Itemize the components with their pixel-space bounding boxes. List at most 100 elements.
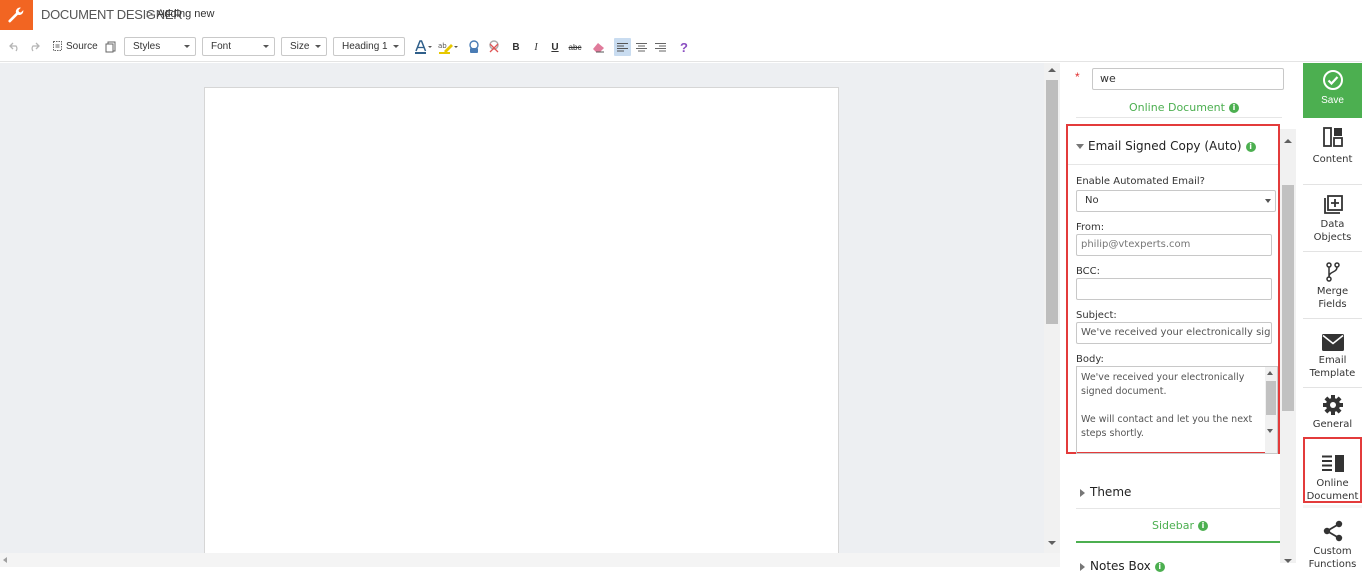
- caret-right-icon: [1080, 488, 1085, 497]
- email-template-label-1: Email: [1318, 355, 1347, 366]
- wrench-icon: [8, 7, 24, 23]
- styles-label: Styles: [133, 41, 161, 52]
- panel-scrollbar[interactable]: [1280, 129, 1296, 563]
- scroll-down-icon[interactable]: [1284, 559, 1292, 563]
- caret-right-icon: [1080, 562, 1085, 571]
- rail-item-custom-functions[interactable]: Custom Functions: [1303, 508, 1362, 582]
- source-button[interactable]: Source: [52, 40, 98, 52]
- scroll-down-icon[interactable]: [1048, 541, 1056, 545]
- scroll-up-icon[interactable]: [1284, 139, 1292, 143]
- enable-email-select[interactable]: No: [1076, 190, 1276, 212]
- link-icon[interactable]: [466, 38, 482, 56]
- data-objects-label-2: Objects: [1313, 232, 1352, 243]
- email-section-title: Email Signed Copy (Auto): [1088, 139, 1242, 153]
- redo-icon[interactable]: [27, 38, 41, 56]
- save-button[interactable]: Save: [1303, 63, 1362, 118]
- scroll-left-icon[interactable]: [3, 557, 7, 563]
- content-label: Content: [1312, 154, 1353, 165]
- source-icon: [53, 41, 62, 51]
- scrollbar-thumb[interactable]: [1266, 381, 1276, 415]
- text-color-icon[interactable]: [413, 38, 433, 56]
- font-dropdown[interactable]: Font: [202, 37, 275, 56]
- envelope-icon: [1321, 334, 1344, 351]
- bcc-label: BCC:: [1076, 266, 1101, 277]
- chevron-down-icon: [315, 45, 321, 48]
- rail-item-content[interactable]: Content: [1303, 118, 1362, 185]
- required-marker: *: [1075, 70, 1080, 84]
- scroll-down-icon[interactable]: [1267, 429, 1273, 433]
- breadcrumb-separator: >: [146, 7, 154, 21]
- strikethrough-button[interactable]: abc: [566, 38, 584, 56]
- canvas-horizontal-scrollbar[interactable]: [0, 553, 1060, 567]
- general-label: General: [1312, 419, 1353, 430]
- bcc-input[interactable]: [1076, 278, 1272, 300]
- email-signed-copy-section: Email Signed Copy (Auto) i Enable Automat…: [1066, 124, 1280, 454]
- body-textarea[interactable]: We've received your electronically signe…: [1076, 366, 1278, 454]
- info-icon[interactable]: i: [1154, 561, 1165, 572]
- merge-fields-label-1: Merge: [1316, 286, 1349, 297]
- align-center-icon[interactable]: [634, 38, 648, 56]
- divider: [1076, 508, 1280, 509]
- from-label: From:: [1076, 222, 1105, 233]
- save-label: Save: [1321, 95, 1344, 106]
- format-label: Heading 1: [342, 41, 388, 52]
- body-line-1: We've received your electronically signe…: [1081, 372, 1245, 397]
- unlink-icon[interactable]: [486, 38, 502, 56]
- document-name-input[interactable]: we: [1092, 68, 1284, 90]
- size-label: Size: [290, 41, 310, 52]
- bold-button[interactable]: B: [510, 38, 522, 56]
- underline-button[interactable]: U: [549, 38, 561, 56]
- background-color-icon[interactable]: ab: [437, 38, 459, 56]
- email-template-label-2: Template: [1309, 368, 1356, 379]
- rail-item-data-objects[interactable]: Data Objects: [1303, 185, 1362, 252]
- eraser-icon[interactable]: [591, 38, 605, 56]
- document-page[interactable]: [204, 87, 839, 557]
- scrollbar-thumb[interactable]: [1046, 80, 1058, 324]
- sidebar-underline: [1076, 541, 1280, 543]
- align-left-icon[interactable]: [614, 38, 631, 56]
- gear-icon: [1322, 395, 1343, 415]
- chevron-down-icon: [184, 45, 190, 48]
- info-icon[interactable]: i: [1228, 103, 1239, 113]
- logo[interactable]: [0, 0, 33, 30]
- caret-down-icon: [1076, 144, 1084, 149]
- sidebar-section-label[interactable]: Sidebar i: [1152, 519, 1209, 532]
- info-icon[interactable]: i: [1198, 521, 1209, 531]
- right-rail: Save Content Data Objects Merge Fields E…: [1303, 63, 1362, 582]
- textarea-scrollbar[interactable]: [1265, 367, 1277, 453]
- online-document-section-label[interactable]: Online Document i: [1129, 101, 1239, 114]
- sidebar-label: Sidebar: [1152, 519, 1195, 532]
- theme-section-header[interactable]: Theme: [1080, 485, 1131, 499]
- templates-icon[interactable]: [103, 38, 117, 56]
- custom-functions-label-2: Functions: [1308, 559, 1357, 570]
- canvas-vertical-scrollbar[interactable]: [1044, 63, 1060, 553]
- data-objects-label-1: Data: [1320, 219, 1345, 230]
- format-dropdown[interactable]: Heading 1: [333, 37, 405, 56]
- italic-button[interactable]: I: [530, 38, 542, 56]
- scroll-up-icon[interactable]: [1267, 371, 1273, 375]
- custom-functions-label-1: Custom: [1313, 546, 1352, 557]
- scroll-up-icon[interactable]: [1048, 68, 1056, 72]
- info-icon[interactable]: i: [1245, 141, 1256, 152]
- rail-item-general[interactable]: General: [1303, 388, 1362, 438]
- theme-label: Theme: [1090, 485, 1132, 499]
- top-header: DOCUMENT DESIGNER > Adding new: [0, 0, 1362, 30]
- rail-item-merge-fields[interactable]: Merge Fields: [1303, 252, 1362, 319]
- rail-item-email-template[interactable]: Email Template: [1303, 319, 1362, 388]
- subject-input[interactable]: We've received your electronically signe…: [1076, 322, 1272, 344]
- from-input[interactable]: philip@vtexperts.com: [1076, 234, 1272, 256]
- enable-email-label: Enable Automated Email?: [1076, 176, 1205, 187]
- editor-toolbar: Source Styles Font Size Heading 1 ab B I…: [0, 32, 1362, 62]
- help-icon[interactable]: ?: [677, 38, 691, 56]
- merge-fields-label-2: Fields: [1318, 299, 1347, 310]
- notes-box-section-header[interactable]: Notes Box i: [1080, 559, 1165, 573]
- align-right-icon[interactable]: [653, 38, 667, 56]
- share-icon: [1323, 520, 1342, 542]
- email-section-header[interactable]: Email Signed Copy (Auto) i: [1076, 139, 1256, 153]
- styles-dropdown[interactable]: Styles: [124, 37, 196, 56]
- add-object-icon: [1323, 195, 1343, 214]
- merge-icon: [1325, 262, 1340, 282]
- undo-icon[interactable]: [8, 38, 22, 56]
- size-dropdown[interactable]: Size: [281, 37, 327, 56]
- scrollbar-thumb[interactable]: [1282, 185, 1294, 411]
